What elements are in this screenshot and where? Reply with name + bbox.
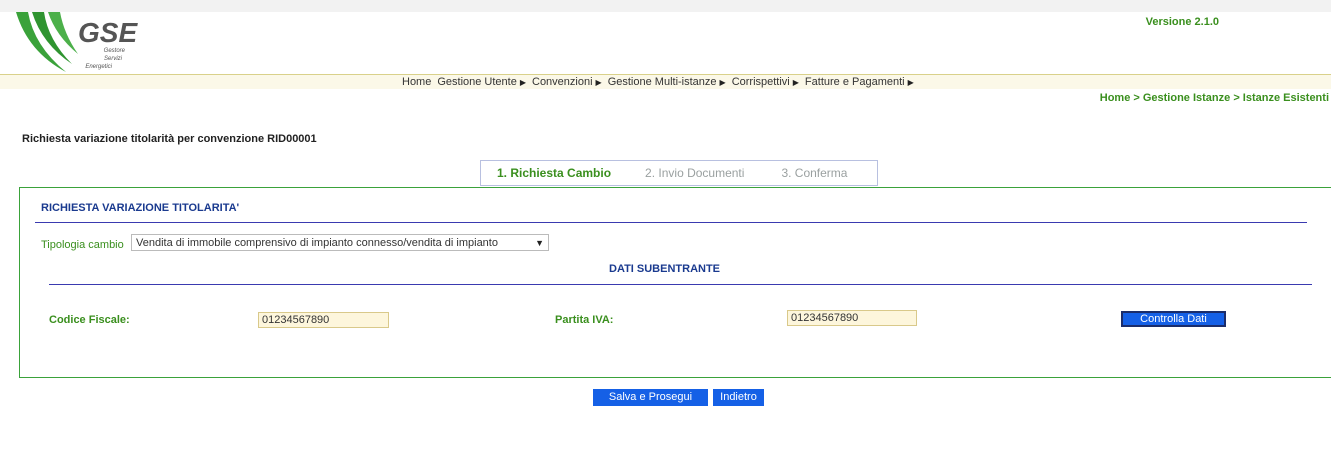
indietro-button[interactable]: Indietro: [713, 389, 764, 406]
menu-arrow-icon: ▶: [595, 78, 602, 87]
menu-item-fatture-e-pagamenti[interactable]: Fatture e Pagamenti ▶: [805, 75, 914, 89]
menu-item-gestione-utente[interactable]: Gestione Utente ▶: [437, 75, 526, 89]
salva-e-prosegui-button[interactable]: Salva e Prosegui: [593, 389, 708, 406]
wizard-steps: 1. Richiesta Cambio 2. Invio Documenti 3…: [480, 160, 878, 186]
main-menu: Home Gestione Utente ▶ Convenzioni ▶ Gesti…: [402, 75, 914, 89]
partita-iva-input[interactable]: [787, 310, 917, 326]
menu-bar: Home Gestione Utente ▶ Convenzioni ▶ Gesti…: [0, 74, 1331, 89]
panel-title: RICHIESTA VARIAZIONE TITOLARITA': [41, 202, 240, 214]
svg-text:Gestore: Gestore: [104, 48, 126, 54]
divider: [49, 284, 1312, 285]
tipologia-value: Vendita di immobile comprensivo di impia…: [136, 237, 498, 249]
divider: [35, 222, 1307, 223]
section-title: DATI SUBENTRANTE: [609, 263, 721, 275]
version-label: Versione 2.1.0: [1145, 16, 1219, 28]
breadcrumb: Home > Gestione Istanze > Istanze Esiste…: [1099, 92, 1329, 104]
controlla-dati-button[interactable]: Controlla Dati: [1121, 311, 1226, 327]
partita-iva-label: Partita IVA:: [555, 314, 614, 326]
tipologia-label: Tipologia cambio: [41, 239, 124, 251]
richiesta-panel: RICHIESTA VARIAZIONE TITOLARITA' Tipolog…: [19, 187, 1331, 378]
header: GSE Gestore Servizi Energetici Versione …: [0, 12, 1331, 74]
menu-arrow-icon: ▶: [792, 78, 799, 87]
menu-arrow-icon: ▶: [907, 78, 914, 87]
menu-item-convenzioni[interactable]: Convenzioni ▶: [532, 75, 602, 89]
page-title: Richiesta variazione titolarità per conv…: [22, 133, 317, 145]
svg-text:GSE: GSE: [78, 17, 138, 48]
chevron-down-icon: ▼: [535, 238, 544, 248]
step-richiesta-cambio: 1. Richiesta Cambio: [497, 166, 612, 180]
menu-arrow-icon: ▶: [519, 78, 526, 87]
menu-item-gestione-multi-istanze[interactable]: Gestione Multi-istanze ▶: [608, 75, 726, 89]
tipologia-select[interactable]: Vendita di immobile comprensivo di impia…: [131, 234, 549, 251]
menu-item-corrispettivi[interactable]: Corrispettivi ▶: [732, 75, 799, 89]
svg-text:Servizi: Servizi: [104, 56, 123, 62]
gse-logo: GSE Gestore Servizi Energetici: [16, 12, 138, 72]
codice-fiscale-label: Codice Fiscale:: [49, 314, 130, 326]
svg-text:Energetici: Energetici: [85, 64, 112, 70]
step-invio-documenti: 2. Invio Documenti: [645, 166, 745, 180]
menu-arrow-icon: ▶: [719, 78, 726, 87]
menu-item-home[interactable]: Home: [402, 75, 431, 89]
top-strip: [0, 0, 1331, 12]
codice-fiscale-input[interactable]: [258, 312, 389, 328]
step-conferma: 3. Conferma: [781, 166, 848, 180]
